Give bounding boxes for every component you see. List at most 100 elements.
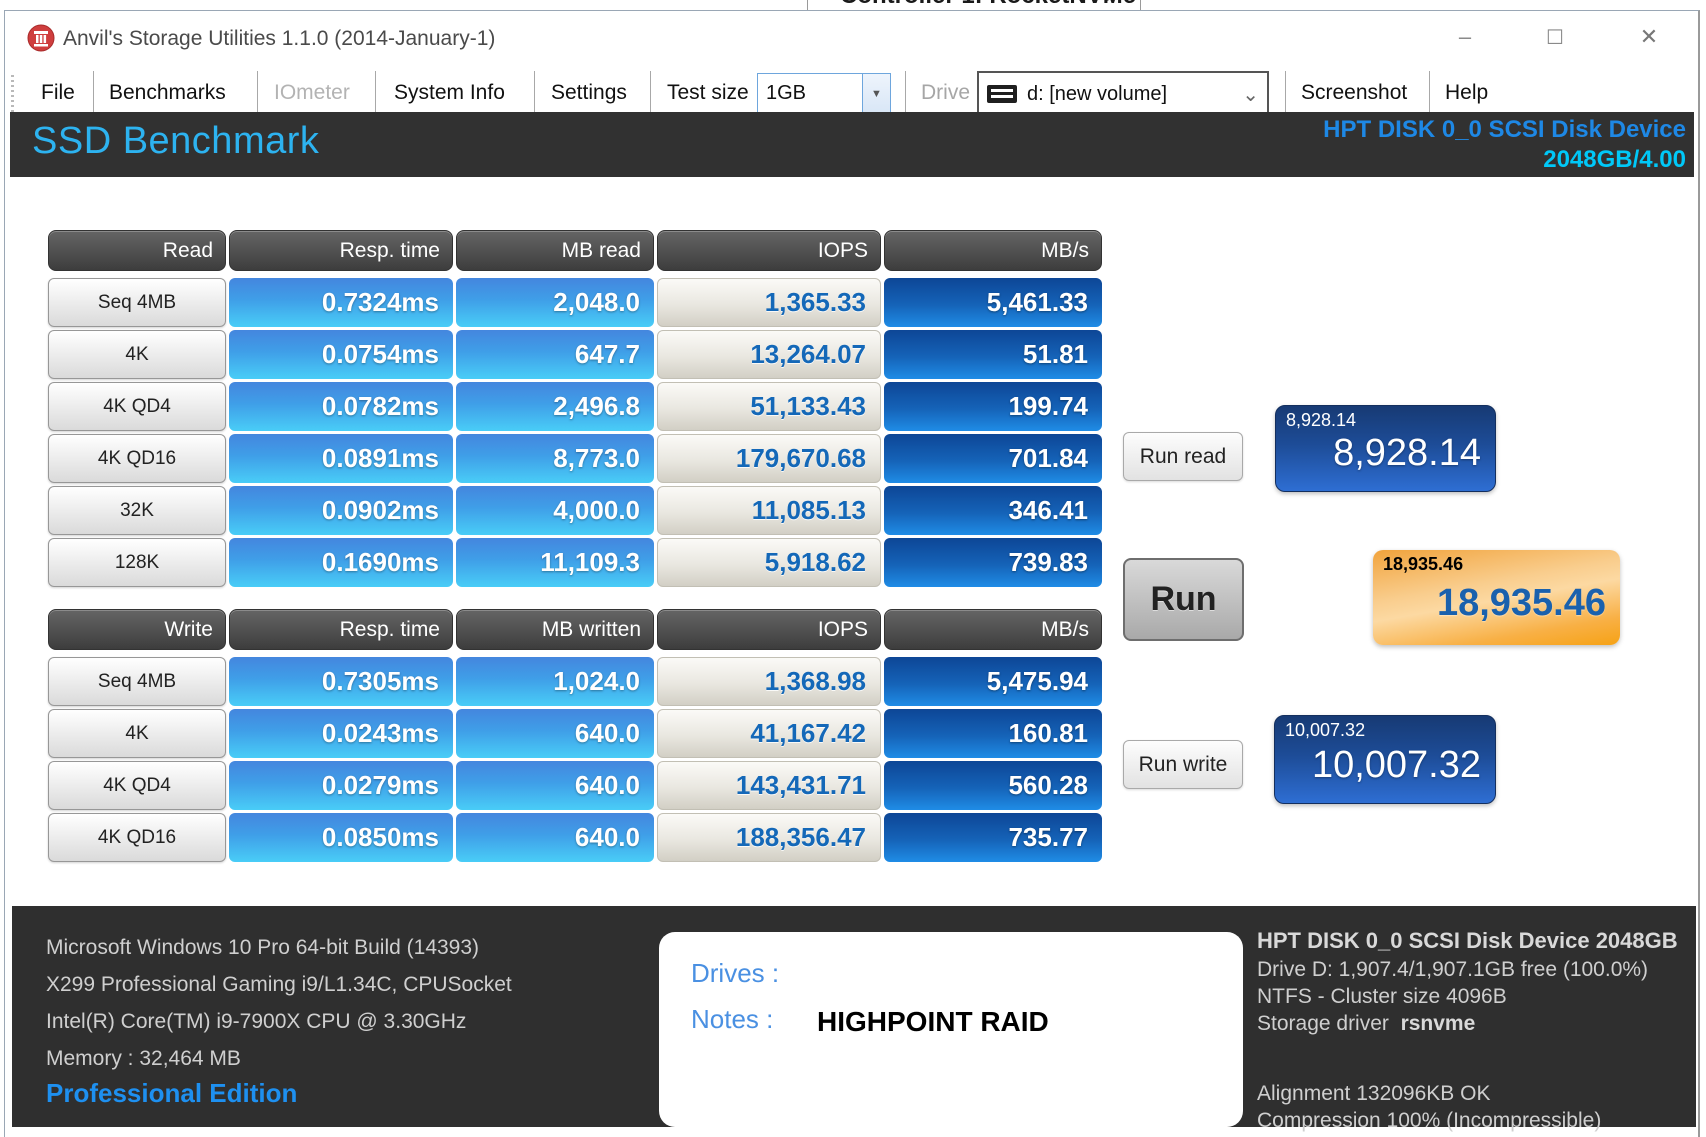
- mb-written-value: 1,024.0: [456, 657, 654, 706]
- mb-written-header: MB written: [456, 609, 654, 650]
- test-size-label: Test size: [667, 81, 749, 105]
- storage-driver-label: Storage driver: [1257, 1012, 1389, 1035]
- footer-panel: Microsoft Windows 10 Pro 64-bit Build (1…: [12, 906, 1696, 1127]
- iops-value: 11,085.13: [657, 486, 881, 535]
- mbs-header: MB/s: [884, 609, 1102, 650]
- test-size-select[interactable]: 1GB ▼: [757, 73, 891, 115]
- menu-screenshot[interactable]: Screenshot: [1301, 81, 1407, 105]
- memory-info: Memory : 32,464 MB: [46, 1047, 241, 1071]
- iops-value: 51,133.43: [657, 382, 881, 431]
- mb-read-value: 647.7: [456, 330, 654, 379]
- iops-header: IOPS: [657, 230, 881, 271]
- resp-time-value: 0.7305ms: [229, 657, 453, 706]
- write-score-small: 10,007.32: [1285, 720, 1365, 741]
- table-row: 32K 0.0902ms 4,000.0 11,085.13 346.41: [48, 486, 1102, 535]
- row-label: 4K QD16: [48, 434, 226, 483]
- iops-value: 188,356.47: [657, 813, 881, 862]
- benchmark-header-band: SSD Benchmark HPT DISK 0_0 SCSI Disk Dev…: [10, 112, 1694, 177]
- device-name: HPT DISK 0_0 SCSI Disk Device: [1323, 115, 1686, 145]
- background-window-text: Controller 1: RocketNVMe: [840, 0, 1136, 10]
- chevron-down-icon: ⌄: [1242, 82, 1259, 107]
- filesystem-info: NTFS - Cluster size 4096B: [1257, 985, 1507, 1009]
- notes-value[interactable]: HIGHPOINT RAID: [817, 1006, 1049, 1038]
- drives-label: Drives :: [691, 958, 779, 989]
- minimize-button[interactable]: –: [1443, 19, 1487, 55]
- read-table-header-row: Read Resp. time MB read IOPS MB/s: [48, 230, 1102, 271]
- mbs-value: 5,475.94: [884, 657, 1102, 706]
- menu-file[interactable]: File: [41, 81, 75, 105]
- chevron-down-icon: ▼: [1100, 0, 1116, 6]
- mb-read-value: 8,773.0: [456, 434, 654, 483]
- page-title: SSD Benchmark: [32, 120, 319, 163]
- notes-box[interactable]: Drives : Notes : HIGHPOINT RAID: [659, 932, 1243, 1127]
- mb-read-value: 2,496.8: [456, 382, 654, 431]
- divider: [807, 0, 808, 10]
- iops-value: 5,918.62: [657, 538, 881, 587]
- menu-settings[interactable]: Settings: [551, 81, 627, 105]
- row-label: 4K QD4: [48, 761, 226, 810]
- resp-time-value: 0.0782ms: [229, 382, 453, 431]
- row-label: 4K QD16: [48, 813, 226, 862]
- write-score-box: 10,007.32 10,007.32: [1274, 715, 1496, 804]
- close-button[interactable]: ✕: [1627, 19, 1671, 55]
- resp-time-value: 0.0754ms: [229, 330, 453, 379]
- motherboard-info: X299 Professional Gaming i9/L1.34C, CPUS…: [46, 973, 512, 997]
- iops-value: 13,264.07: [657, 330, 881, 379]
- table-row: 4K QD4 0.0782ms 2,496.8 51,133.43 199.74: [48, 382, 1102, 431]
- divider: [1140, 0, 1141, 10]
- cpu-info: Intel(R) Core(TM) i9-7900X CPU @ 3.30GHz: [46, 1010, 466, 1034]
- maximize-button[interactable]: ☐: [1533, 19, 1577, 55]
- menu-iometer[interactable]: IOmeter: [274, 81, 350, 105]
- run-write-button[interactable]: Run write: [1123, 740, 1243, 789]
- menu-system-info[interactable]: System Info: [394, 81, 505, 105]
- write-header: Write: [48, 609, 226, 650]
- row-label: 4K: [48, 330, 226, 379]
- drive-label: Drive: [921, 81, 970, 105]
- mb-read-value: 4,000.0: [456, 486, 654, 535]
- storage-driver-line: Storage driver rsnvme: [1257, 1012, 1475, 1036]
- iops-value: 179,670.68: [657, 434, 881, 483]
- read-score-box: 8,928.14 8,928.14: [1275, 405, 1496, 492]
- row-label: 128K: [48, 538, 226, 587]
- mbs-value: 739.83: [884, 538, 1102, 587]
- row-label: Seq 4MB: [48, 278, 226, 327]
- test-size-value: 1GB: [758, 74, 862, 114]
- iops-value: 143,431.71: [657, 761, 881, 810]
- notes-label: Notes :: [691, 1004, 773, 1035]
- mb-read-value: 2,048.0: [456, 278, 654, 327]
- mb-written-value: 640.0: [456, 813, 654, 862]
- total-score-box: 18,935.46 18,935.46: [1373, 550, 1620, 645]
- resp-time-value: 0.0279ms: [229, 761, 453, 810]
- iops-header: IOPS: [657, 609, 881, 650]
- read-header: Read: [48, 230, 226, 271]
- run-button[interactable]: Run: [1123, 558, 1244, 641]
- edition-label: Professional Edition: [46, 1078, 297, 1109]
- mbs-value: 160.81: [884, 709, 1102, 758]
- run-read-button[interactable]: Run read: [1123, 432, 1243, 481]
- resp-time-value: 0.0891ms: [229, 434, 453, 483]
- resp-time-value: 0.0850ms: [229, 813, 453, 862]
- row-label: 4K: [48, 709, 226, 758]
- write-score-large: 10,007.32: [1312, 744, 1481, 787]
- resp-time-value: 0.1690ms: [229, 538, 453, 587]
- mb-written-value: 640.0: [456, 709, 654, 758]
- iops-value: 1,368.98: [657, 657, 881, 706]
- drive-free-space: Drive D: 1,907.4/1,907.1GB free (100.0%): [1257, 958, 1648, 982]
- menu-benchmarks[interactable]: Benchmarks: [109, 81, 226, 105]
- storage-driver-value: rsnvme: [1401, 1012, 1476, 1035]
- compression-info: Compression 100% (Incompressible): [1257, 1109, 1601, 1133]
- dropdown-arrow-icon[interactable]: ▼: [862, 74, 890, 114]
- mbs-value: 51.81: [884, 330, 1102, 379]
- menu-help[interactable]: Help: [1445, 81, 1488, 105]
- mbs-value: 199.74: [884, 382, 1102, 431]
- table-row: 4K 0.0243ms 640.0 41,167.42 160.81: [48, 709, 1102, 758]
- resp-time-value: 0.0902ms: [229, 486, 453, 535]
- screen: Controller 1: RocketNVMe ▼ Anvil's Stora…: [0, 0, 1706, 1137]
- drive-icon: [987, 85, 1017, 103]
- alignment-info: Alignment 132096KB OK: [1257, 1082, 1490, 1106]
- drive-select[interactable]: d: [new volume] ⌄: [977, 71, 1269, 117]
- mbs-value: 5,461.33: [884, 278, 1102, 327]
- table-row: Seq 4MB 0.7305ms 1,024.0 1,368.98 5,475.…: [48, 657, 1102, 706]
- total-score-large: 18,935.46: [1437, 582, 1606, 625]
- read-score-small: 8,928.14: [1286, 410, 1356, 431]
